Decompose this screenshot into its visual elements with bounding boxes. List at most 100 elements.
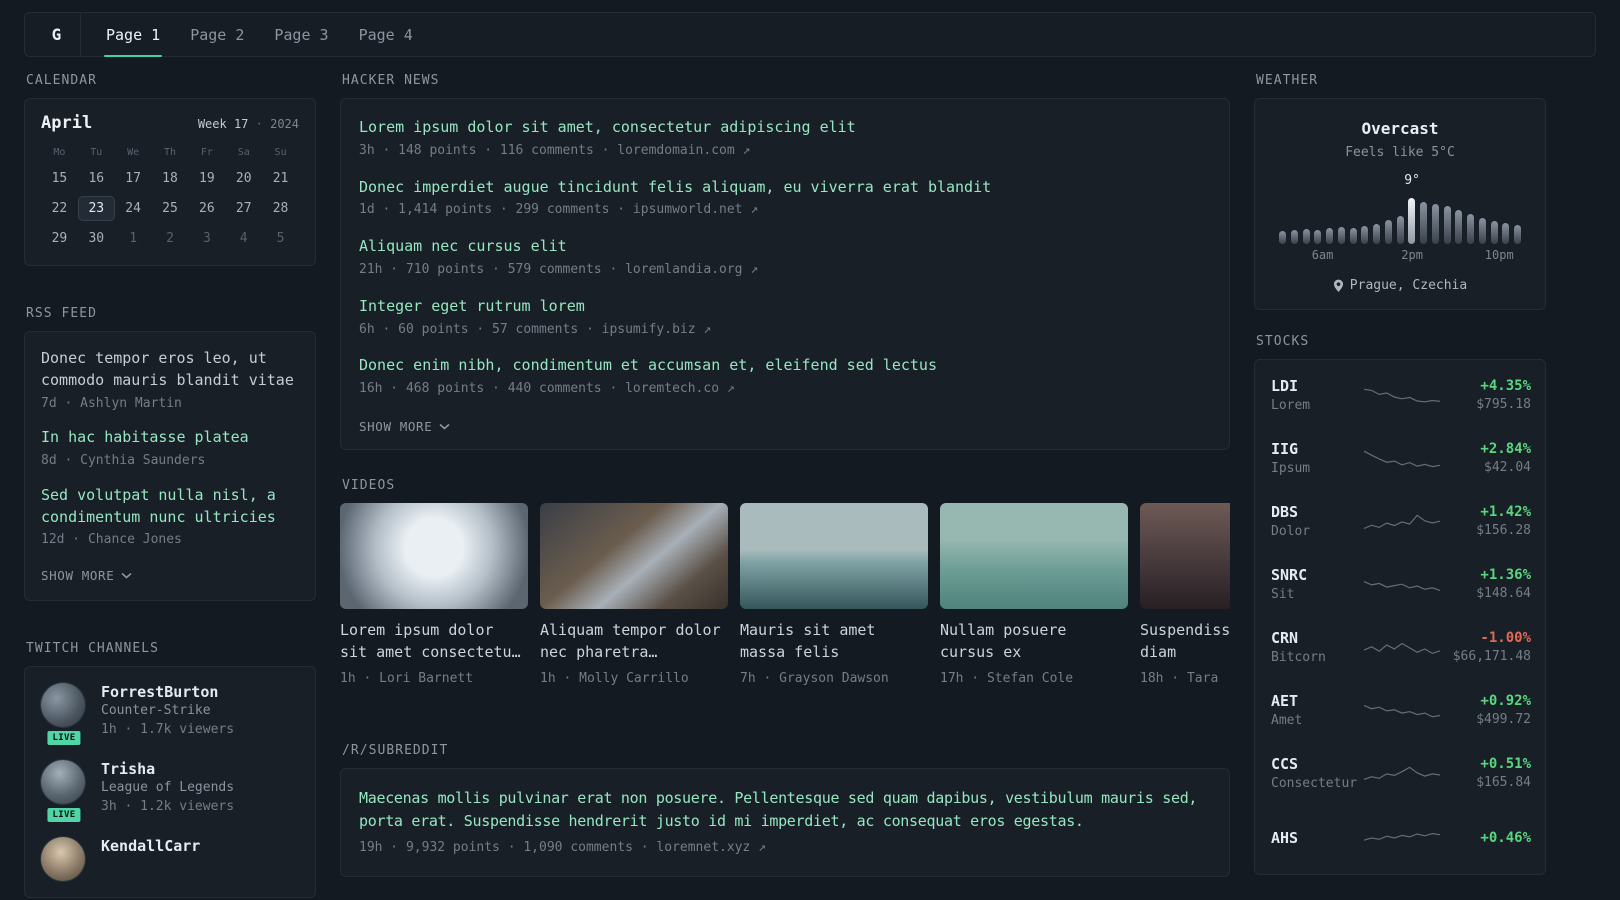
- app-logo[interactable]: G: [33, 13, 81, 56]
- stock-row[interactable]: AHS +0.46%: [1271, 806, 1531, 869]
- twitch-channel-game[interactable]: Counter-Strike: [101, 703, 234, 718]
- twitch-channel[interactable]: LIVE Trisha League of Legends 3h · 1.2k vie…: [41, 760, 299, 824]
- weather-hour-bar: [1290, 230, 1298, 244]
- rss-item-title[interactable]: Donec tempor eros leo, ut commodo mauris…: [41, 348, 299, 392]
- twitch-channel[interactable]: LIVE ForrestBurton Counter-Strike 1h · 1.7k…: [41, 683, 299, 748]
- calendar-day-selected: 23: [77, 196, 115, 221]
- calendar-day: 16: [88, 171, 105, 186]
- weather-hour-bar: [1384, 220, 1392, 244]
- hackernews-item-title[interactable]: Donec imperdiet augue tincidunt felis al…: [359, 177, 1211, 199]
- video-card[interactable]: Nullam posuere cursus ex 17h · Stefan Col…: [940, 502, 1128, 689]
- weather-hour-bar: [1279, 231, 1286, 244]
- weather-hour-bar: [1349, 228, 1357, 244]
- calendar-header: CALENDAR: [26, 73, 97, 88]
- left-column: CALENDAR April Week 172024 MoTuWeThFrSaS…: [24, 73, 316, 900]
- stock-change: +0.92%: [1480, 693, 1531, 710]
- stock-values: -1.00% $66,171.48: [1441, 630, 1531, 667]
- stock-sparkline-chart: [1363, 642, 1441, 654]
- rss-section: RSS FEED Donec tempor eros leo, ut commo…: [24, 306, 316, 602]
- nav-tab-page-2[interactable]: Page 2: [175, 13, 259, 56]
- calendar-weekday-label: Th: [163, 147, 177, 158]
- rss-item-title[interactable]: Sed volutpat nulla nisl, a condimentum n…: [41, 485, 299, 529]
- hackernews-item-title[interactable]: Integer eget rutrum lorem: [359, 296, 1211, 318]
- subreddit-widget: Maecenas mollis pulvinar erat non posuer…: [340, 767, 1230, 877]
- avatar: [41, 683, 85, 728]
- subreddit-post-title[interactable]: Maecenas mollis pulvinar erat non posuer…: [359, 787, 1211, 834]
- stock-row[interactable]: SNRC Sit +1.36% $148.64: [1271, 554, 1531, 617]
- rss-item-title[interactable]: In hac habitasse platea: [41, 427, 299, 449]
- video-card[interactable]: Suspendisse diam 18h · Tara: [1140, 502, 1230, 689]
- hackernews-item: Integer eget rutrum lorem 6h · 60 points …: [359, 296, 1211, 340]
- calendar-day: 5: [276, 231, 285, 246]
- stock-sparkline-chart: [1363, 704, 1441, 717]
- video-thumbnail: [940, 502, 1128, 609]
- stock-info: IIG Ipsum: [1271, 440, 1363, 479]
- calendar-day: 15: [51, 171, 68, 186]
- nav-tab-page-4[interactable]: Page 4: [344, 13, 428, 56]
- calendar-month: April: [41, 113, 93, 133]
- stock-values: +1.42% $156.28: [1441, 504, 1531, 541]
- calendar-day: 2: [166, 231, 174, 246]
- stock-sparkline: [1363, 636, 1441, 662]
- stock-row[interactable]: DBS Dolor +1.42% $156.28: [1271, 491, 1531, 554]
- calendar-day: 24: [125, 201, 141, 216]
- calendar-title-row: April Week 172024: [41, 113, 299, 133]
- twitch-channel[interactable]: KendallCarr: [41, 836, 299, 881]
- video-card[interactable]: Aliquam tempor dolor nec pharetra… 1h · M…: [540, 502, 728, 689]
- calendar-section: CALENDAR April Week 172024 MoTuWeThFrSaS…: [24, 73, 316, 266]
- hackernews-item-title[interactable]: Aliquam nec cursus elit: [359, 236, 1211, 258]
- hackernews-item-title[interactable]: Lorem ipsum dolor sit amet, consectetur …: [359, 117, 1211, 139]
- stock-row[interactable]: CCS Consectetur +0.51% $165.84: [1271, 743, 1531, 806]
- stock-price: $66,171.48: [1452, 649, 1531, 665]
- stock-row[interactable]: LDI Lorem +4.35% $795.18: [1271, 365, 1531, 428]
- video-title: Aliquam tempor dolor nec pharetra…: [540, 620, 721, 662]
- video-meta: 7h · Grayson Dawson: [740, 670, 889, 686]
- nav-tab-page-3[interactable]: Page 3: [259, 13, 343, 56]
- calendar-weekday-label: We: [127, 147, 140, 158]
- weather-time-label: 2pm: [1401, 248, 1423, 262]
- stock-change: +4.35%: [1480, 378, 1531, 395]
- hackernews-show-more-button[interactable]: SHOW MORE: [359, 419, 450, 434]
- weather-hour-bar: [1396, 216, 1404, 244]
- nav-tab-page-1[interactable]: Page 1: [91, 13, 175, 57]
- hackernews-item: Donec enim nibh, condimentum et accumsan…: [359, 355, 1211, 399]
- stock-name: Bitcorn: [1271, 650, 1326, 666]
- rss-show-more-label: SHOW MORE: [41, 568, 115, 584]
- video-thumbnail: [740, 502, 928, 609]
- video-card[interactable]: Mauris sit amet massa felis 7h · Grayson …: [740, 502, 928, 689]
- subreddit-post-meta: 19h · 9,932 points · 1,090 comments · lo…: [359, 840, 766, 856]
- rss-widget: Donec tempor eros leo, ut commodo mauris…: [24, 331, 316, 602]
- calendar-weekday-label: Sa: [237, 147, 250, 158]
- stock-row[interactable]: AET Amet +0.92% $499.72: [1271, 680, 1531, 743]
- avatar: [41, 836, 85, 881]
- stock-name: Dolor: [1271, 524, 1311, 540]
- twitch-channel-game[interactable]: League of Legends: [101, 780, 234, 795]
- stock-row[interactable]: CRN Bitcorn -1.00% $66,171.48: [1271, 617, 1531, 680]
- stock-sparkline: [1363, 699, 1441, 725]
- twitch-channel-name[interactable]: Trisha: [101, 760, 234, 778]
- stock-name: Sit: [1271, 587, 1295, 603]
- weather-hourly-chart: 9° 6am 2pm 10pm: [1279, 173, 1521, 264]
- video-title: Lorem ipsum dolor sit amet consectetu…: [340, 620, 521, 662]
- calendar-day: 19: [199, 171, 215, 186]
- weather-hour-bar: [1431, 204, 1439, 244]
- twitch-channel-viewers: 1h · 1.7k viewers: [101, 722, 235, 738]
- avatar: [41, 760, 85, 805]
- video-card[interactable]: Lorem ipsum dolor sit amet consectetu… 1h…: [340, 502, 528, 689]
- stock-sparkline-chart: [1363, 388, 1441, 402]
- stock-values: +0.92% $499.72: [1441, 693, 1531, 730]
- subreddit-post: Maecenas mollis pulvinar erat non posuer…: [359, 787, 1211, 858]
- stock-sparkline: [1363, 510, 1441, 536]
- stock-info: CCS Consectetur: [1271, 755, 1363, 794]
- weather-hour-bar: [1408, 198, 1416, 244]
- stock-row[interactable]: IIG Ipsum +2.84% $42.04: [1271, 428, 1531, 491]
- weather-hour-bar: [1478, 218, 1486, 244]
- hackernews-item-title[interactable]: Donec enim nibh, condimentum et accumsan…: [359, 355, 1211, 377]
- stock-sparkline: [1363, 762, 1441, 788]
- rss-show-more-button[interactable]: SHOW MORE: [41, 568, 132, 583]
- calendar-day: 3: [202, 231, 211, 246]
- twitch-channel-name[interactable]: KendallCarr: [101, 837, 200, 855]
- twitch-channel-name[interactable]: ForrestBurton: [101, 683, 234, 701]
- stock-name: Consectetur: [1271, 776, 1358, 792]
- calendar-weekday-label: Fr: [200, 147, 213, 158]
